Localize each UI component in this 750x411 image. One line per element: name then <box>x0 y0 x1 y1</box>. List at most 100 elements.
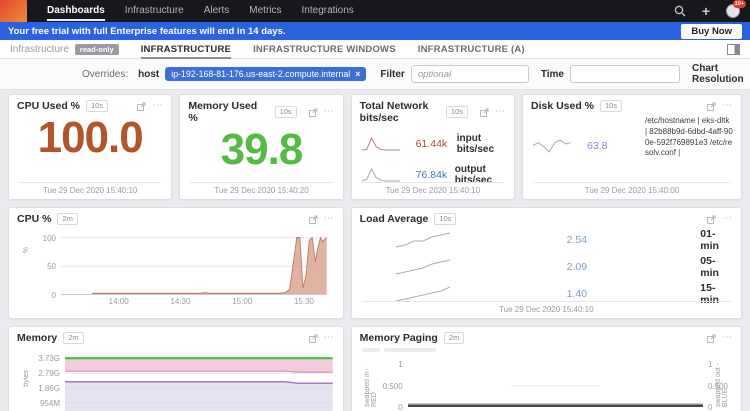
resolution-badge: 10s <box>275 106 297 118</box>
side-panel-toggle-icon[interactable] <box>727 44 740 55</box>
trial-banner-text: Your free trial with full Enterprise fea… <box>8 26 681 37</box>
overrides-label: Overrides: <box>82 69 128 80</box>
open-chart-icon[interactable] <box>309 215 318 224</box>
y-axis-tick: 3.73G <box>38 354 65 363</box>
chart-timestamp: Tue 29 Dec 2020 15:40:20 <box>190 182 332 195</box>
disk-sparkline <box>531 138 573 154</box>
create-icon[interactable]: + <box>702 4 710 18</box>
tab-infrastructure-a[interactable]: INFRASTRUCTURE (A) <box>418 40 525 59</box>
memory-used-card[interactable]: Memory Used % 10s ⋯ 39.8 Tue 29 Dec 2020… <box>179 94 343 200</box>
network-card[interactable]: Total Network bits/sec 10s ⋯ 61.44k inpu… <box>351 94 515 200</box>
y-axis-tick: 1.86G <box>38 384 65 393</box>
nav-item-metrics[interactable]: Metrics <box>249 0 281 22</box>
host-param-label: host <box>138 69 159 80</box>
cpu-used-card[interactable]: CPU Used % 10s ⋯ 100.0 Tue 29 Dec 2020 1… <box>8 94 172 200</box>
disk-used-card[interactable]: Disk Used % 10s ⋯ 63.8 /etc/hostname | e… <box>522 94 742 200</box>
time-input[interactable] <box>570 65 680 83</box>
card-title: Memory Paging <box>360 332 438 344</box>
cpu-used-value: 100.0 <box>17 116 163 160</box>
top-nav: Dashboards Infrastructure Alerts Metrics… <box>0 0 750 22</box>
nav-item-dashboards[interactable]: Dashboards <box>47 0 105 22</box>
input-sparkline <box>360 136 402 152</box>
memory-card[interactable]: Memory 2m ⋯ bytes 3.73G2.79G1.86G954M0 <box>8 326 344 411</box>
chart-menu-icon[interactable]: ⋯ <box>722 216 733 222</box>
nav-item-integrations[interactable]: Integrations <box>302 0 354 22</box>
input-value: 61.44k <box>416 138 451 150</box>
load-row-05min: 2.09 05-min <box>360 255 733 279</box>
open-chart-icon[interactable] <box>480 108 489 117</box>
y-axis-tick: 50 <box>47 262 61 271</box>
filter-label: Filter <box>380 69 404 80</box>
chart-menu-icon[interactable]: ⋯ <box>324 216 335 222</box>
load-row-01min: 2.54 01-min <box>360 228 733 252</box>
resolution-badge: 2m <box>444 332 464 344</box>
resolution-badge: 10s <box>86 100 108 112</box>
chart-menu-icon[interactable]: ⋯ <box>722 335 733 341</box>
filter-input[interactable] <box>411 65 529 83</box>
memory-stacked-chart <box>65 352 333 411</box>
chart-timestamp: Tue 29 Dec 2020 15:40:10 <box>362 301 731 314</box>
tab-infrastructure[interactable]: INFRASTRUCTURE <box>141 40 231 59</box>
load-05-sparkline <box>394 258 452 276</box>
nav-item-alerts[interactable]: Alerts <box>204 0 230 22</box>
dashboard-tabs-row: Infrastructure read-only INFRASTRUCTURE … <box>0 40 750 59</box>
resolution-badge: 10s <box>434 213 456 225</box>
remove-tag-icon[interactable]: × <box>355 69 360 79</box>
wavefront-logo[interactable] <box>0 0 27 22</box>
load-01-label: 01-min <box>700 228 733 252</box>
card-title: Total Network bits/sec <box>360 100 440 124</box>
search-icon[interactable] <box>674 5 686 17</box>
y-axis-tick: 0 <box>703 403 712 411</box>
cpu-percent-card[interactable]: CPU % 2m ⋯ % 10050014:0014:3015:0015:30 <box>8 207 344 319</box>
memory-paging-chart <box>408 359 703 407</box>
buy-now-button[interactable]: Buy Now <box>681 24 742 39</box>
tab-infrastructure-windows[interactable]: INFRASTRUCTURE WINDOWS <box>253 40 396 59</box>
output-sparkline <box>360 167 402 183</box>
disk-value: 63.8 <box>587 140 633 152</box>
open-chart-icon[interactable] <box>309 334 318 343</box>
readonly-badge: read-only <box>75 44 119 55</box>
notification-badge: 10+ <box>733 0 746 8</box>
load-05-label: 05-min <box>700 255 733 279</box>
chart-menu-icon[interactable]: ⋯ <box>324 335 335 341</box>
x-axis-tick: 15:30 <box>294 297 314 306</box>
user-avatar[interactable]: 10+ <box>726 4 740 18</box>
open-chart-icon[interactable] <box>707 334 716 343</box>
card-title: CPU Used % <box>17 100 80 112</box>
chart-menu-icon[interactable]: ⋯ <box>722 103 733 109</box>
open-chart-icon[interactable] <box>137 102 146 111</box>
resolution-badge: 2m <box>63 332 83 344</box>
time-label: Time <box>541 69 564 80</box>
open-chart-icon[interactable] <box>707 215 716 224</box>
memory-plot[interactable]: bytes 3.73G2.79G1.86G954M0 <box>65 352 333 411</box>
disk-mount-text: /etc/hostname | eks-dltk | 82b88b9d-6dbd… <box>645 116 733 159</box>
y-axis-tick: 0.500 <box>383 382 408 391</box>
resolution-badge: 10s <box>446 106 468 118</box>
cpu-percent-plot[interactable]: % 10050014:0014:3015:0015:30 <box>61 233 327 295</box>
memory-paging-card[interactable]: Memory Paging 2m ⋯ swapped in - RED swap… <box>351 326 742 411</box>
output-value: 76.84k <box>416 169 449 181</box>
host-tag[interactable]: ip-192-168-81-176.us-east-2.compute.inte… <box>165 67 366 81</box>
open-chart-icon[interactable] <box>309 108 318 117</box>
y-axis-tick: 954M <box>40 399 65 408</box>
load-average-card[interactable]: Load Average 10s ⋯ 2.54 01-min 2.09 05-m… <box>351 207 742 319</box>
load-05-value: 2.09 <box>567 261 606 273</box>
chart-menu-icon[interactable]: ⋯ <box>152 103 163 109</box>
y-axis-tick: 0.500 <box>703 382 728 391</box>
x-axis-tick: 14:30 <box>170 297 190 306</box>
chart-resolution-label: Chart Resolution <box>692 63 744 85</box>
load-01-value: 2.54 <box>567 234 606 246</box>
chart-timestamp: Tue 29 Dec 2020 15:40:00 <box>533 182 731 195</box>
chart-timestamp: Tue 29 Dec 2020 15:40:10 <box>362 182 504 195</box>
input-label: input bits/sec <box>457 133 506 155</box>
chart-menu-icon[interactable]: ⋯ <box>324 109 335 115</box>
open-chart-icon[interactable] <box>707 102 716 111</box>
memory-paging-plot[interactable]: swapped in - RED swapped out - BLUE 10.5… <box>408 359 703 407</box>
charts-grid: CPU Used % 10s ⋯ 100.0 Tue 29 Dec 2020 1… <box>0 90 750 411</box>
chart-menu-icon[interactable]: ⋯ <box>495 109 506 115</box>
resolution-badge: 2m <box>57 213 77 225</box>
y-axis-left-label: swapped in - RED <box>364 361 378 407</box>
nav-item-infrastructure[interactable]: Infrastructure <box>125 0 184 22</box>
y-axis-tick: 1 <box>703 360 712 369</box>
card-title: CPU % <box>17 213 51 225</box>
